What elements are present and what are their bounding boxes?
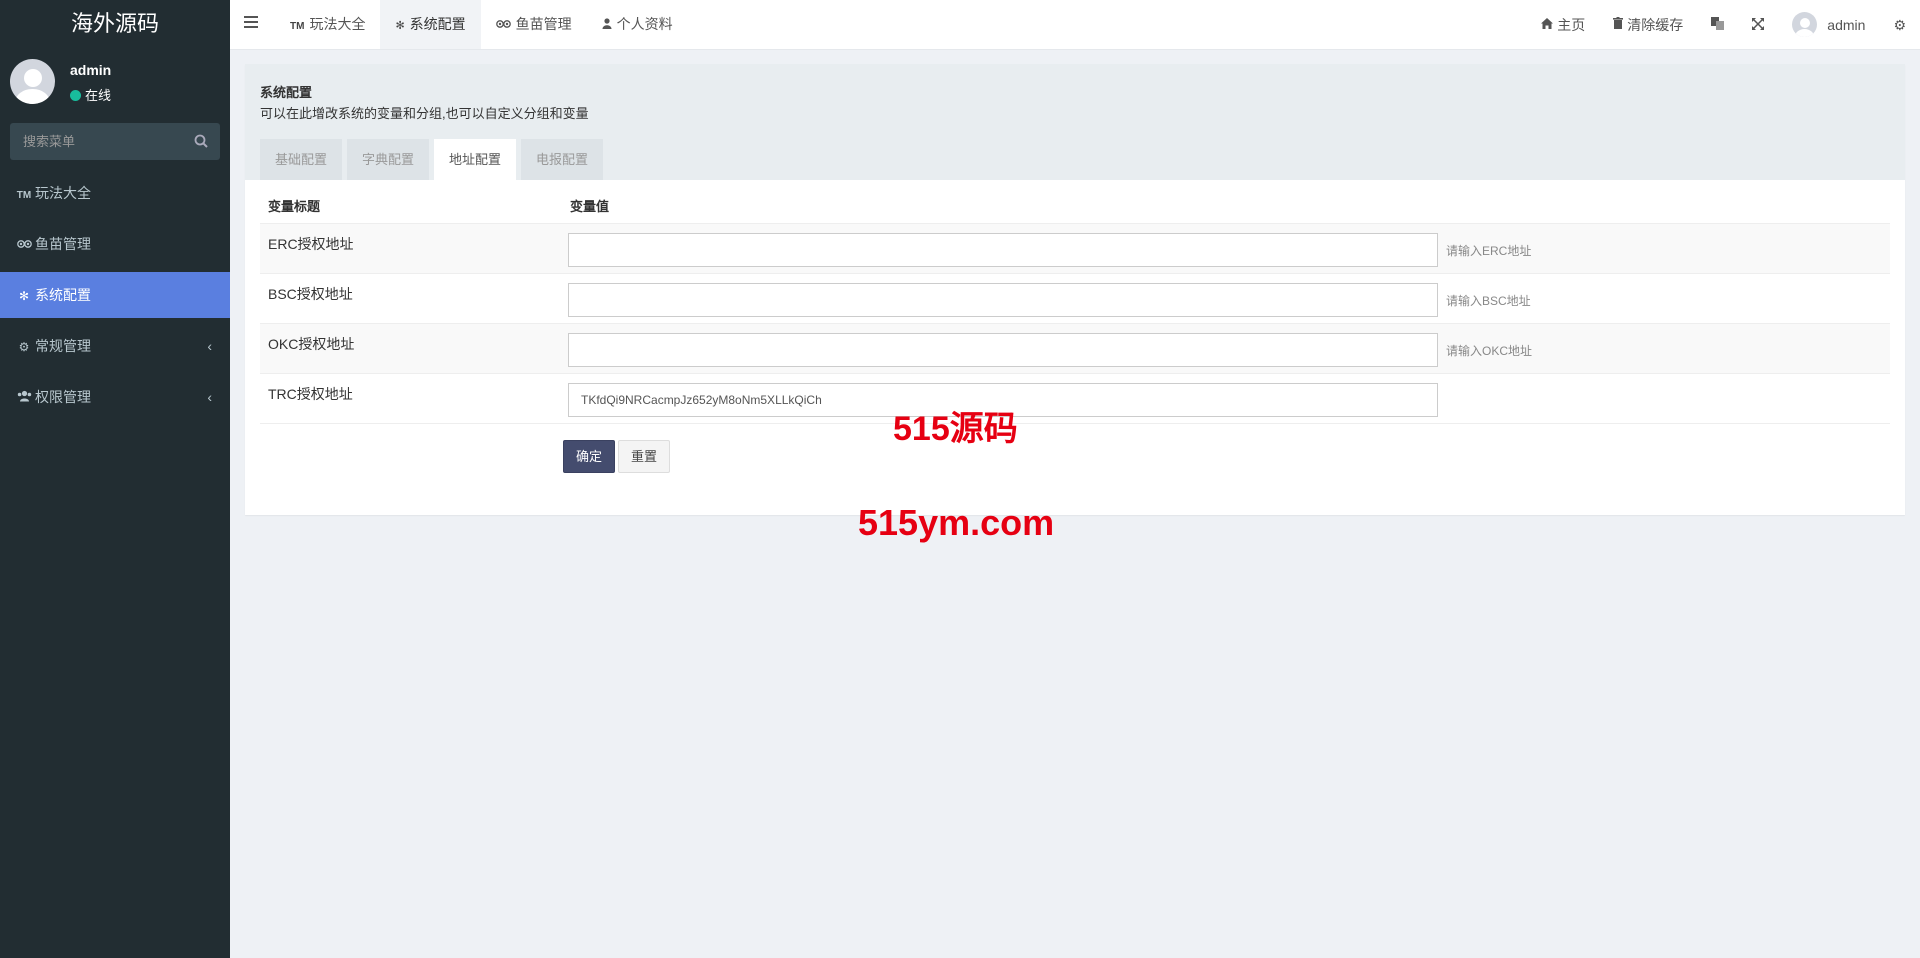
table-row: BSC授权地址 请输入BSC地址: [260, 274, 1890, 324]
users-icon: [15, 375, 33, 421]
tab-label: 个人资料: [616, 16, 673, 32]
tab-dictionary-config[interactable]: 字典配置: [347, 139, 430, 180]
tripadvisor-icon: [15, 222, 33, 268]
sidebar-item-permission-management[interactable]: 权限管理 ‹: [0, 374, 230, 420]
sidebar: 海外源码 admin 在线 TM玩法大全 鱼苗管理 ✻ 系统配置 ⚙ 常规管理 ‹ 权…: [0, 0, 230, 958]
table-row: ERC授权地址 请输入ERC地址: [260, 224, 1890, 274]
watermark-text: 515源码: [893, 410, 1018, 448]
erc-address-label: ERC授权地址: [268, 236, 354, 252]
config-panel: 系统配置 可以在此增改系统的变量和分组,也可以自定义分组和变量 基础配置 字典配…: [245, 64, 1905, 515]
tab-gameplay[interactable]: TM 玩法大全: [275, 0, 380, 49]
sidebar-item-general-management[interactable]: ⚙ 常规管理 ‹: [0, 323, 230, 369]
column-header-title: 变量标题: [268, 199, 321, 214]
form-actions: 确定 重置: [563, 440, 673, 473]
table-row: OKC授权地址 请输入OKC地址: [260, 324, 1890, 374]
tab-label: 玩法大全: [309, 16, 366, 32]
user-avatar: [10, 59, 55, 104]
fullscreen-button[interactable]: [1738, 0, 1778, 49]
user-status-label: 在线: [85, 88, 112, 103]
sidebar-item-system-config[interactable]: ✻ 系统配置: [0, 272, 230, 318]
trash-icon: [1613, 1, 1624, 49]
home-label: 主页: [1557, 16, 1586, 33]
tab-address-config[interactable]: 地址配置: [434, 139, 517, 180]
translate-icon: [1711, 1, 1725, 49]
watermark-url: 515ym.com: [858, 502, 1055, 543]
page-description: 可以在此增改系统的变量和分组,也可以自定义分组和变量: [260, 106, 589, 121]
sidebar-item-fry-management[interactable]: 鱼苗管理: [0, 221, 230, 267]
submit-button[interactable]: 确定: [563, 440, 616, 473]
cogs-icon: ⚙: [1893, 16, 1906, 33]
tab-fry-management[interactable]: 鱼苗管理: [481, 0, 587, 49]
sidebar-search: [10, 123, 220, 160]
menu-toggle-icon[interactable]: [244, 16, 258, 30]
tab-system-config[interactable]: ✻ 系统配置: [380, 0, 481, 49]
table-header: 变量标题 变量值: [260, 192, 1890, 224]
user-panel: admin 在线: [0, 50, 230, 118]
panel-heading: 系统配置 可以在此增改系统的变量和分组,也可以自定义分组和变量 基础配置 字典配…: [245, 64, 1905, 180]
user-icon: [602, 18, 612, 32]
gear-icon: ✻: [18, 289, 30, 303]
home-icon: [1541, 1, 1554, 49]
okc-address-label: OKC授权地址: [268, 336, 355, 352]
search-icon[interactable]: [194, 134, 208, 148]
navbar-right: 主页 清除缓存 admin ⚙: [1527, 0, 1920, 49]
bsc-address-input[interactable]: [568, 283, 1438, 317]
sidebar-item-label: 系统配置: [35, 287, 91, 303]
column-header-value: 变量值: [570, 199, 610, 214]
username-label: admin: [1827, 16, 1866, 33]
config-tabs: 基础配置 字典配置 地址配置 电报配置: [260, 139, 608, 180]
cogs-icon: ⚙: [18, 340, 30, 354]
home-link[interactable]: 主页: [1527, 0, 1599, 49]
online-status-dot: [70, 90, 81, 101]
app-logo[interactable]: 海外源码: [0, 0, 230, 50]
erc-address-input[interactable]: [568, 233, 1438, 267]
erc-address-hint: 请输入ERC地址: [1446, 244, 1532, 258]
sidebar-item-gameplay[interactable]: TM 玩法大全: [0, 170, 230, 216]
sidebar-item-label: 权限管理: [35, 389, 91, 405]
menu-search-input[interactable]: [10, 123, 220, 160]
gear-icon: ✻: [395, 20, 405, 32]
okc-address-hint: 请输入OKC地址: [1446, 344, 1533, 358]
tab-profile[interactable]: 个人资料: [587, 0, 688, 49]
tab-basic-config[interactable]: 基础配置: [260, 139, 343, 180]
sidebar-item-label: 玩法大全: [35, 185, 91, 201]
sidebar-item-label: 鱼苗管理: [35, 236, 91, 252]
config-table: 变量标题 变量值 ERC授权地址 请输入ERC地址 BSC授权地址 请输入BSC…: [260, 192, 1890, 424]
reset-button[interactable]: 重置: [618, 440, 671, 473]
nav-tabs: TM 玩法大全 ✻ 系统配置 鱼苗管理 个人资料: [275, 0, 688, 49]
chevron-left-icon[interactable]: ‹: [207, 323, 212, 369]
trc-address-label: TRC授权地址: [268, 386, 353, 402]
bsc-address-label: BSC授权地址: [268, 286, 353, 302]
clear-cache-button[interactable]: 清除缓存: [1599, 0, 1697, 49]
table-row: TRC授权地址: [260, 374, 1890, 424]
trademark-icon: TM: [16, 190, 32, 201]
chevron-left-icon[interactable]: ‹: [207, 374, 212, 420]
user-status: 在线: [70, 85, 111, 104]
okc-address-input[interactable]: [568, 333, 1438, 367]
top-navbar: TM 玩法大全 ✻ 系统配置 鱼苗管理 个人资料 主页 清除缓存 admin ⚙: [230, 0, 1920, 50]
settings-button[interactable]: ⚙: [1879, 0, 1920, 49]
user-avatar: [1792, 12, 1818, 37]
page-title: 系统配置: [260, 85, 313, 100]
expand-icon: [1752, 1, 1765, 49]
tab-label: 鱼苗管理: [515, 16, 572, 32]
clear-cache-label: 清除缓存: [1627, 16, 1684, 33]
sidebar-menu: TM 玩法大全 鱼苗管理 ✻ 系统配置 ⚙ 常规管理 ‹ 权限管理 ‹: [0, 170, 230, 420]
user-name: admin: [70, 62, 112, 78]
bsc-address-hint: 请输入BSC地址: [1446, 294, 1531, 308]
trademark-icon: TM: [290, 21, 305, 32]
sidebar-item-label: 常规管理: [35, 338, 91, 354]
tripadvisor-icon: [495, 20, 511, 32]
tab-label: 系统配置: [409, 16, 466, 32]
tab-telegram-config[interactable]: 电报配置: [521, 139, 604, 180]
translate-button[interactable]: [1697, 0, 1738, 49]
user-menu[interactable]: admin: [1778, 0, 1879, 49]
